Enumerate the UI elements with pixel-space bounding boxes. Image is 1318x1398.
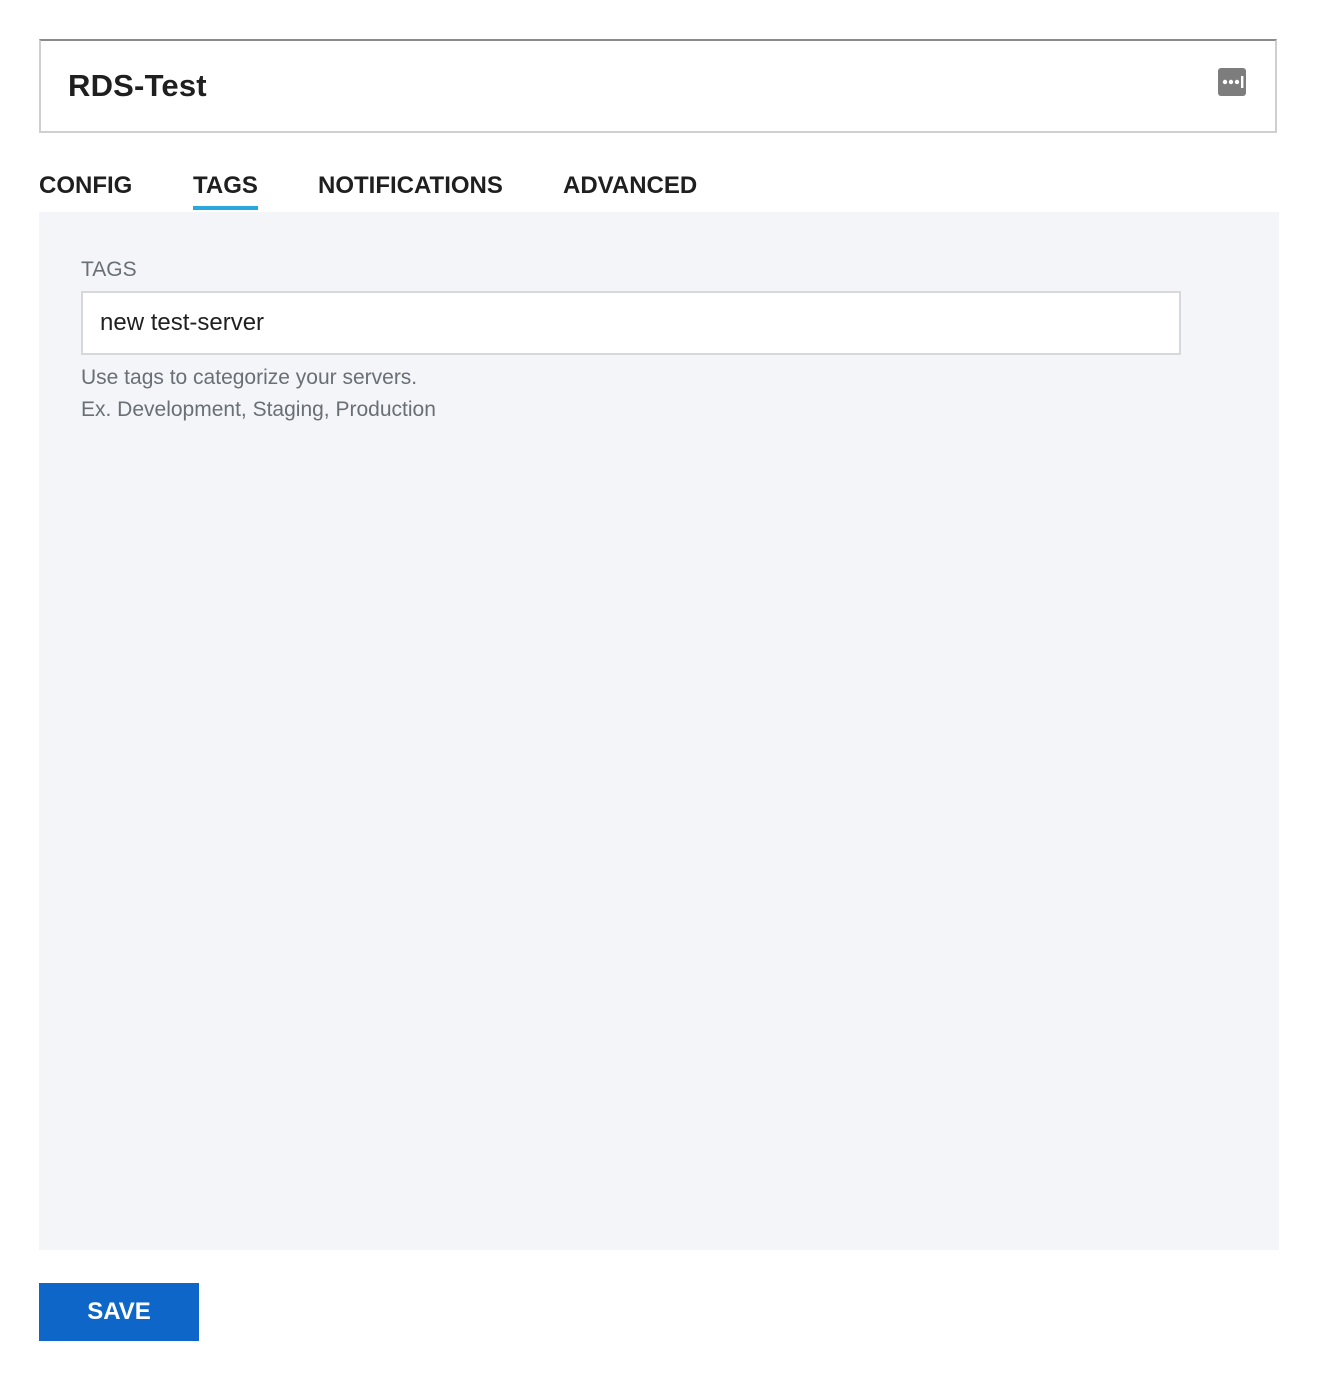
tab-notifications[interactable]: NOTIFICATIONS bbox=[318, 172, 503, 206]
server-header-card: RDS-Test bbox=[39, 39, 1277, 133]
tab-tags[interactable]: TAGS bbox=[193, 172, 258, 210]
tags-field-label: TAGS bbox=[81, 258, 137, 281]
server-title: RDS-Test bbox=[68, 68, 207, 103]
tags-input[interactable] bbox=[81, 291, 1181, 355]
save-button[interactable]: SAVE bbox=[39, 1283, 199, 1341]
tags-help-text: Use tags to categorize your servers. bbox=[81, 366, 418, 389]
more-options-button[interactable] bbox=[1217, 67, 1247, 97]
more-options-icon bbox=[1218, 68, 1246, 96]
tags-panel: TAGS Use tags to categorize your servers… bbox=[39, 212, 1279, 1250]
tab-advanced[interactable]: ADVANCED bbox=[563, 172, 697, 206]
tab-config[interactable]: CONFIG bbox=[39, 172, 132, 206]
tags-help-examples: Ex. Development, Staging, Production bbox=[81, 398, 436, 421]
